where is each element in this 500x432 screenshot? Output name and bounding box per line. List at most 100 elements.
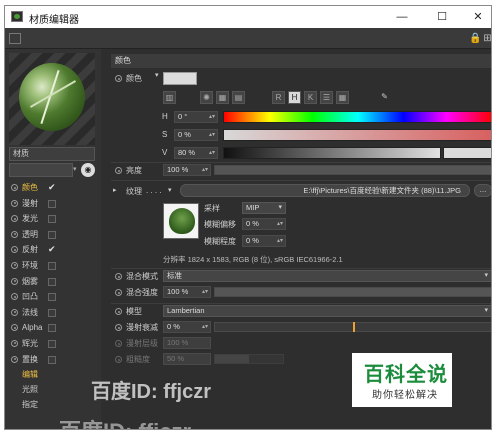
section-header: 颜色	[111, 54, 491, 68]
expand-arrow-icon[interactable]: ▾	[155, 71, 159, 79]
channel-item[interactable]: 透明	[11, 227, 97, 243]
color-wheel-icon[interactable]: ▥	[163, 91, 176, 104]
radio-icon[interactable]	[11, 355, 18, 363]
slider-handle[interactable]	[353, 322, 355, 332]
blur-scale-field[interactable]: 0 % ▴▾	[242, 235, 286, 247]
radio-icon[interactable]	[115, 273, 122, 280]
texture-thumbnail[interactable]	[163, 203, 199, 239]
blur-offset-field[interactable]: 0 % ▴▾	[242, 218, 286, 230]
browse-button[interactable]: ...	[474, 184, 491, 197]
radio-icon[interactable]	[115, 324, 122, 331]
checkbox[interactable]	[48, 339, 56, 348]
brightness-slider[interactable]	[214, 165, 491, 175]
nav-item-illumination[interactable]: 光照	[11, 382, 97, 397]
channel-item[interactable]: 凹凸	[11, 289, 97, 305]
radio-icon[interactable]	[115, 167, 122, 174]
roughness-label: 粗糙度	[126, 355, 150, 364]
radio-icon[interactable]	[11, 293, 18, 301]
hue-field[interactable]: 0 ° ▴▾	[174, 111, 218, 123]
channel-item[interactable]: 烟雾	[11, 274, 97, 290]
spinner-icon[interactable]: ▴▾	[209, 130, 215, 140]
checkbox[interactable]	[48, 277, 56, 286]
brightness-field[interactable]: 100 % ▴▾	[163, 164, 211, 176]
eyedropper-icon[interactable]: ✎	[378, 91, 391, 104]
checkbox[interactable]	[48, 355, 56, 364]
radio-icon[interactable]	[11, 277, 18, 285]
gradient-icon[interactable]: ▤	[232, 91, 245, 104]
channel-item[interactable]: 环境	[11, 258, 97, 274]
color-swatch[interactable]	[163, 72, 197, 85]
channel-item[interactable]: 漫射	[11, 196, 97, 212]
pin-icon[interactable]: ⊞	[481, 32, 491, 45]
mix-strength-slider[interactable]	[214, 287, 491, 297]
value-slider[interactable]	[223, 147, 441, 159]
close-button[interactable]: ✕	[461, 8, 491, 26]
spinner-icon[interactable]: ▴▾	[202, 287, 208, 297]
spinner-icon[interactable]: ▴▾	[209, 148, 215, 158]
radio-icon[interactable]	[11, 215, 18, 223]
nav-item-edit[interactable]: 编辑	[11, 367, 97, 382]
swatches-icon[interactable]: ▦	[336, 91, 349, 104]
channel-item[interactable]: 反射 ✔	[11, 242, 97, 258]
search-input[interactable]	[9, 163, 73, 177]
nav-item-assign[interactable]: 指定	[11, 397, 97, 412]
radio-icon[interactable]	[11, 246, 18, 254]
value-field[interactable]: 80 % ▴▾	[174, 147, 218, 159]
radio-icon[interactable]	[115, 308, 122, 315]
channel-item[interactable]: 置换	[11, 352, 97, 368]
channel-item[interactable]: 辉光	[11, 336, 97, 352]
radio-icon[interactable]	[11, 230, 18, 238]
maximize-button[interactable]: ☐	[425, 8, 459, 26]
channel-item[interactable]: 颜色 ✔	[11, 180, 97, 196]
radio-icon[interactable]	[11, 184, 18, 191]
check-icon[interactable]: ✔	[48, 180, 56, 196]
saturation-slider[interactable]	[223, 129, 491, 141]
radio-icon[interactable]	[11, 308, 18, 316]
checkbox[interactable]	[48, 324, 56, 333]
radio-icon[interactable]	[115, 289, 122, 296]
channel-item[interactable]: 法线	[11, 305, 97, 321]
checkbox[interactable]	[48, 293, 56, 302]
diffuse-falloff-slider[interactable]	[214, 322, 491, 332]
saturation-field[interactable]: 0 % ▴▾	[174, 129, 218, 141]
mix-strength-field[interactable]: 100 % ▴▾	[163, 286, 211, 298]
hsv-icon[interactable]: H	[288, 91, 301, 104]
model-dropdown[interactable]: Lambertian ▾	[163, 305, 491, 317]
radio-icon[interactable]	[11, 324, 18, 332]
expand-arrow-icon[interactable]: ▸	[113, 186, 117, 194]
mix-mode-dropdown[interactable]: 标准 ▾	[163, 270, 491, 282]
spinner-icon[interactable]: ▴▾	[277, 236, 283, 246]
minimize-button[interactable]: —	[385, 8, 419, 26]
material-name-field[interactable]: 材质	[9, 147, 95, 161]
checkbox[interactable]	[48, 199, 56, 208]
spinner-icon[interactable]: ▴▾	[202, 165, 208, 175]
spinner-icon[interactable]: ▴▾	[209, 112, 215, 122]
radio-icon[interactable]	[11, 339, 18, 347]
radio-icon[interactable]	[11, 199, 18, 207]
dropdown-arrow-icon[interactable]: ▾	[73, 165, 81, 175]
material-preview[interactable]	[9, 53, 95, 145]
spectrum-icon[interactable]: ✺	[200, 91, 213, 104]
dropdown-arrow-icon[interactable]: ▾	[168, 186, 172, 194]
spinner-icon[interactable]: ▴▾	[202, 322, 208, 332]
spinner-icon[interactable]: ▴▾	[277, 219, 283, 229]
mixer-icon[interactable]: ☰	[320, 91, 333, 104]
checkbox[interactable]	[48, 261, 56, 270]
rgb-icon[interactable]: R	[272, 91, 285, 104]
texture-path-field[interactable]: E:\ffj\Pictures\百度经验\新建文件夹 (88)\11.JPG	[180, 184, 470, 197]
radio-icon[interactable]	[115, 75, 122, 82]
hue-slider[interactable]	[223, 111, 491, 123]
picker-icon[interactable]: ◉	[81, 163, 95, 177]
checkbox[interactable]	[48, 215, 56, 224]
kelvin-icon[interactable]: K	[304, 91, 317, 104]
check-icon[interactable]: ✔	[48, 242, 56, 258]
grip-icon[interactable]	[9, 33, 21, 44]
sampling-dropdown[interactable]: MIP ▾	[242, 202, 286, 214]
picture-icon[interactable]: ▦	[216, 91, 229, 104]
checkbox[interactable]	[48, 230, 56, 239]
diffuse-falloff-field[interactable]: 0 % ▴▾	[163, 321, 211, 333]
channel-item[interactable]: Alpha	[11, 320, 97, 336]
radio-icon[interactable]	[11, 261, 18, 269]
channel-item[interactable]: 发光	[11, 211, 97, 227]
checkbox[interactable]	[48, 308, 56, 317]
